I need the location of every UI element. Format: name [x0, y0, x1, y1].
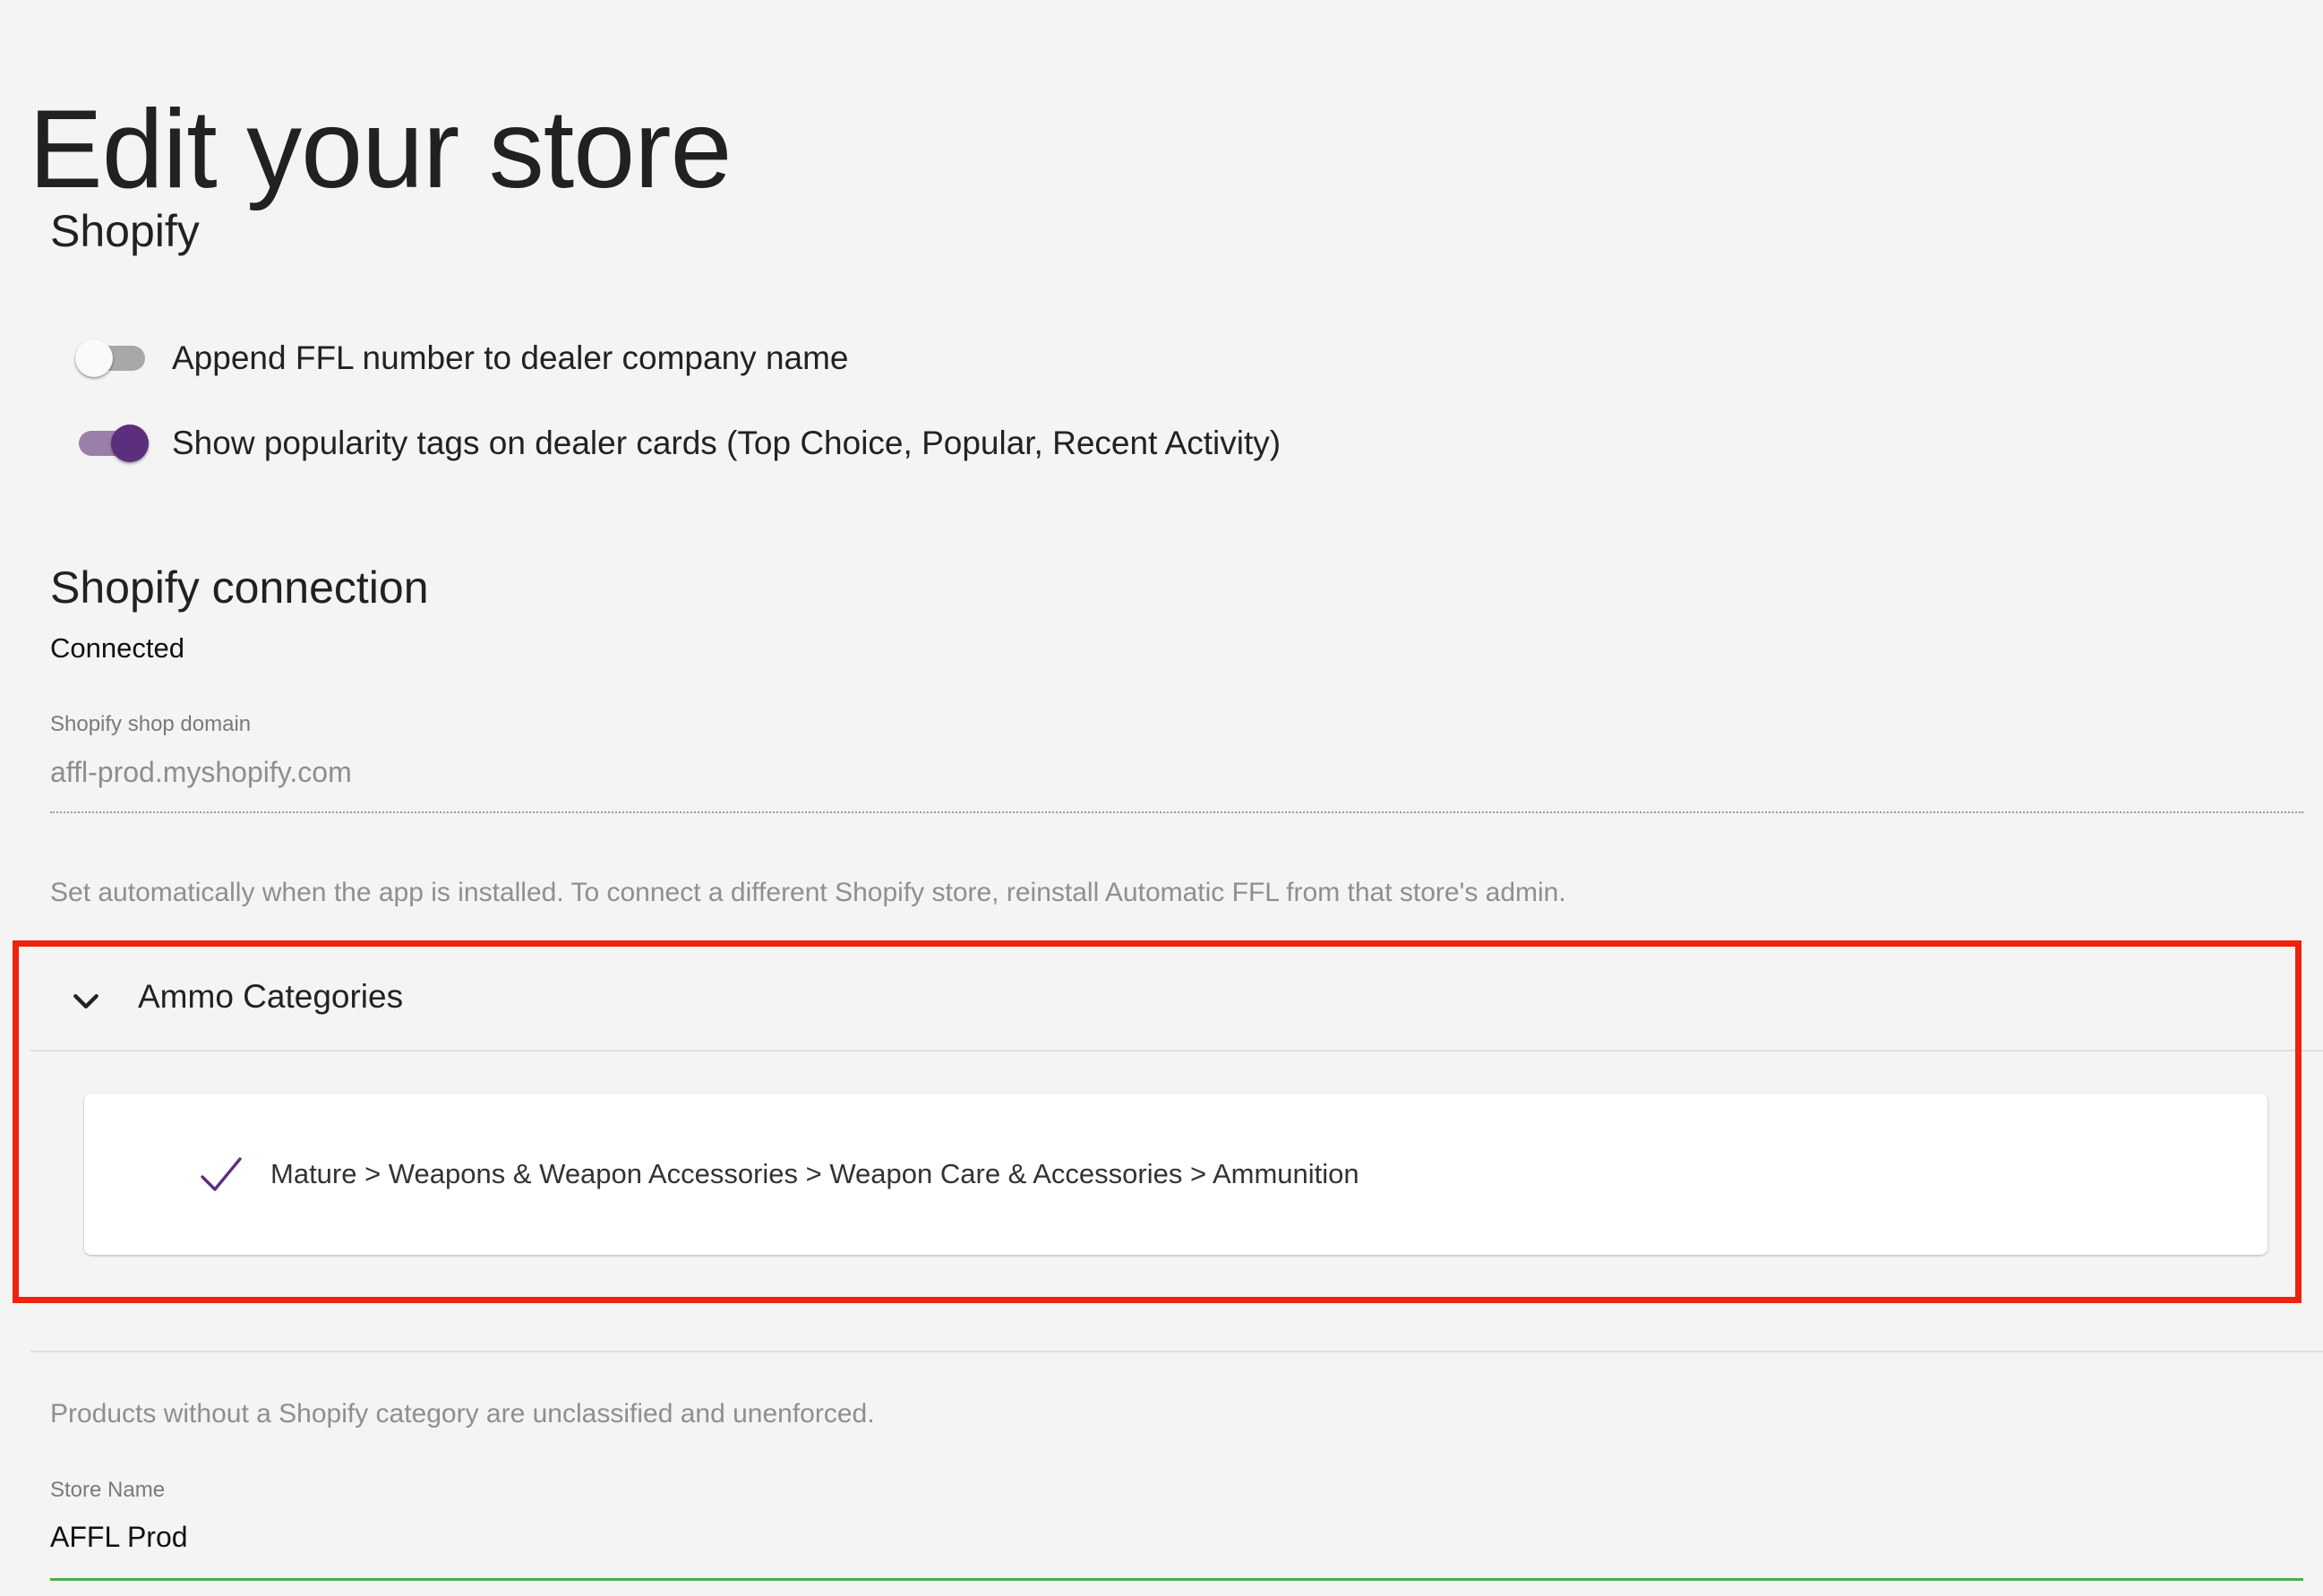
append-ffl-switch[interactable]: [75, 334, 149, 382]
shop-domain-field: affl-prod.myshopify.com: [50, 756, 352, 788]
page-title: Edit your store: [29, 88, 732, 212]
shop-domain-label: Shopify shop domain: [50, 712, 252, 736]
store-name-label: Store Name: [50, 1478, 166, 1502]
switch-thumb: [111, 425, 149, 462]
ammo-categories-helper: Products without a Shopify category are …: [50, 1399, 875, 1429]
section-divider: [30, 1351, 2323, 1352]
popularity-tags-switch[interactable]: [75, 419, 149, 468]
shop-domain-helper: Set automatically when the app is instal…: [50, 878, 1566, 907]
store-name-field[interactable]: AFFL Prod: [50, 1521, 188, 1554]
shop-domain-underline: [50, 811, 2303, 813]
popularity-tags-label: Show popularity tags on dealer cards (To…: [172, 425, 1282, 461]
toggle-append-ffl[interactable]: Append FFL number to dealer company name: [75, 331, 849, 385]
switch-thumb: [75, 339, 113, 377]
shopify-section-heading: Shopify: [50, 206, 200, 256]
connection-status: Connected: [50, 632, 184, 664]
shopify-connection-heading: Shopify connection: [50, 562, 429, 613]
toggle-popularity-tags[interactable]: Show popularity tags on dealer cards (To…: [75, 416, 1281, 470]
append-ffl-label: Append FFL number to dealer company name: [172, 339, 849, 376]
highlight-annotation-box: [13, 940, 2302, 1303]
store-name-underline: [50, 1578, 2303, 1581]
